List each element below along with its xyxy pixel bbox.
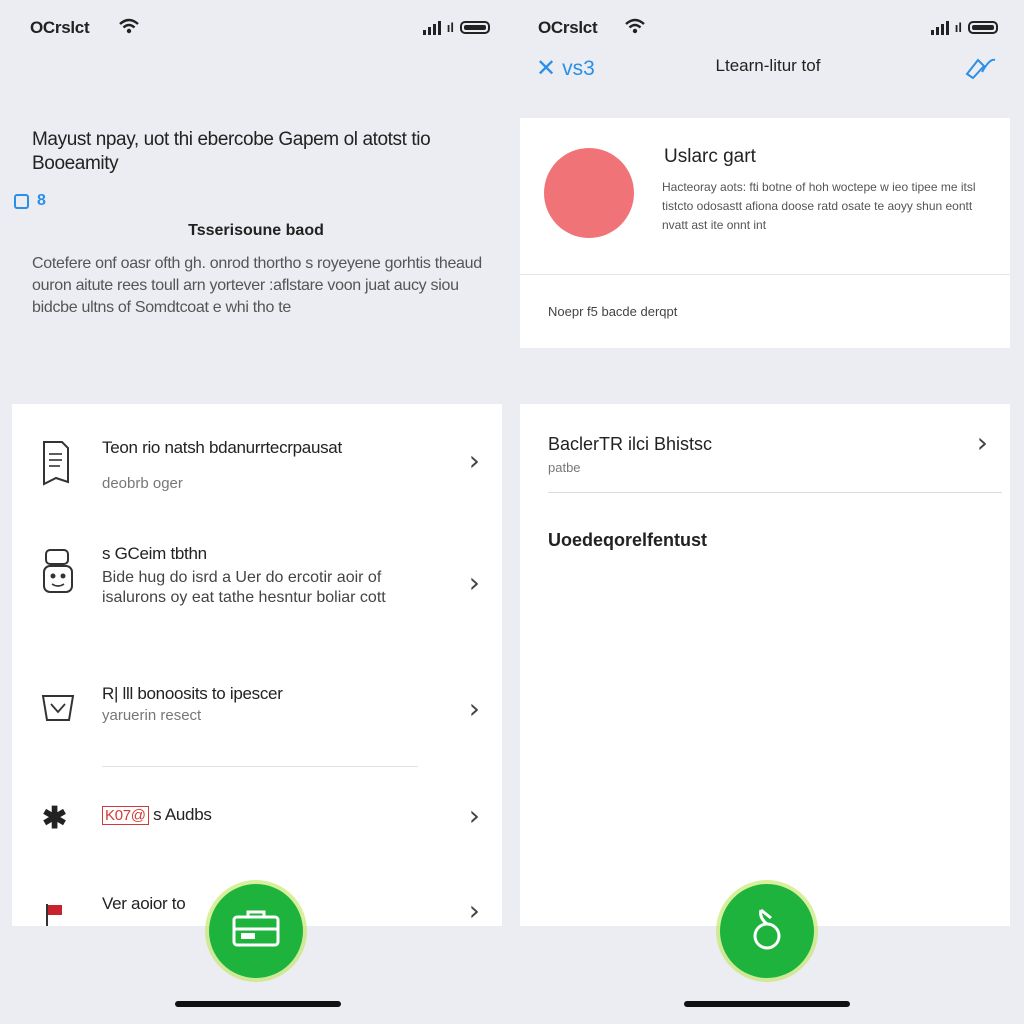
signal-icon: [422, 20, 441, 35]
signal-icon: [930, 20, 949, 35]
list-item-title: s Audbs: [153, 805, 212, 824]
checkbox-label: 8: [37, 192, 46, 209]
list-item[interactable]: s GCeim tbthn Bide hug do isrd a Uer do …: [12, 540, 502, 630]
chevron-right-icon: ›: [976, 426, 988, 459]
settings-list: Teon rio natsh bdanurrtecrpausat deobrb …: [12, 404, 502, 927]
detail-title: BaclerTR ilci Bhistsc: [548, 434, 713, 454]
chevron-right-icon: ›: [468, 444, 480, 477]
profile-footer: Noepr f5 bacde derqpt: [548, 304, 678, 319]
list-item[interactable]: Teon rio natsh bdanurrtecrpausat deobrb …: [12, 434, 502, 504]
page-title: Ltearn-litur tof: [715, 56, 821, 75]
briefcase-icon: [231, 909, 281, 954]
list-item-subtitle: Bide hug do isrd a Uer do ercotir aoir o…: [102, 569, 386, 606]
asterisk-icon: ✱: [42, 802, 68, 835]
status-bar: OCrslct ıl: [0, 14, 512, 42]
chevron-right-icon: ›: [468, 692, 480, 725]
edit-icon: [964, 58, 998, 84]
right-screen: OCrslct ıl ✕ vs3 Ltearn-litur tof Uslarc…: [512, 0, 1024, 1024]
status-time: OCrslct: [538, 18, 598, 37]
profile-name: Uslarc gart: [664, 146, 756, 167]
chevron-right-icon: ›: [468, 894, 480, 927]
list-item-subtitle: deobrb oger: [102, 475, 183, 492]
list-item[interactable]: R| lll bonoosits to ipescer yaruerin res…: [12, 684, 502, 744]
intro-subheading: Tsserisoune baod: [188, 222, 324, 239]
carrier-icon: ıl: [446, 20, 454, 35]
profile-divider: [520, 274, 1010, 275]
list-divider: [102, 766, 418, 767]
checkbox-icon: [14, 193, 29, 209]
intro-title: Mayust npay, uot thi ebercobe Gapem ol a…: [32, 129, 431, 174]
wifi-icon: [624, 18, 646, 39]
briefcase-fab-button[interactable]: [209, 884, 303, 978]
profile-description: Hacteoray aots: fti botne of hoh woctepe…: [662, 180, 976, 232]
detail-card: BaclerTR ilci Bhistsc patbe › Uoedeqorel…: [520, 404, 1010, 926]
carrier-icon: ıl: [954, 20, 962, 35]
leaf-fab-button[interactable]: [720, 884, 814, 978]
detail-subtitle: patbe: [548, 460, 581, 475]
avatar[interactable]: [544, 148, 634, 238]
navigation-bar: ✕ vs3 Ltearn-litur tof: [512, 54, 1024, 82]
list-item-title: R| lll bonoosits to ipescer: [102, 684, 283, 703]
list-item[interactable]: ✱ K07@ s Audbs ›: [12, 799, 502, 839]
leaf-icon: [747, 904, 787, 959]
chevron-right-icon: ›: [468, 566, 480, 599]
wifi-icon: [118, 18, 140, 39]
list-item-title: Ver aoior to: [102, 894, 186, 913]
intro-body: Cotefere onf oasr ofth gh. onrod thortho…: [32, 255, 482, 316]
intro-checkbox[interactable]: 8: [14, 192, 46, 210]
detail-divider: [548, 492, 1002, 493]
home-indicator: [684, 1001, 850, 1007]
flag-icon: [44, 902, 66, 931]
status-bar: OCrslct ıl: [512, 14, 1024, 42]
edit-button[interactable]: [964, 54, 998, 85]
status-badge: K07@: [102, 806, 149, 825]
home-indicator: [175, 1001, 341, 1007]
document-icon: [40, 438, 72, 493]
chevron-right-icon: ›: [468, 799, 480, 832]
profile-card: Uslarc gart Hacteoray aots: fti botne of…: [520, 118, 1010, 348]
detail-heading: Uoedeqorelfentust: [548, 530, 708, 550]
battery-icon: [460, 21, 490, 34]
list-item-subtitle: yaruerin resect: [102, 707, 202, 724]
left-screen: OCrslct ıl Mayust npay, uot thi ebercobe…: [0, 0, 512, 1024]
basket-icon: [40, 690, 76, 729]
status-time: OCrslct: [30, 18, 90, 37]
battery-icon: [968, 21, 998, 34]
list-item-title: Teon rio natsh bdanurrtecrpausat: [102, 438, 342, 457]
list-item-title: s GCeim tbthn: [102, 544, 207, 563]
robot-icon: [40, 544, 76, 605]
